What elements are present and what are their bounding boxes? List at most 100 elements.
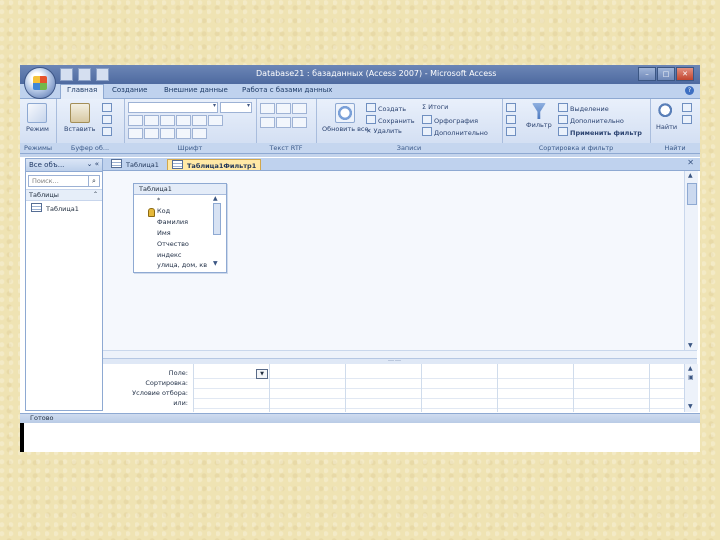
nav-item-table1[interactable]: Таблица1: [31, 203, 79, 213]
scroll-up-icon[interactable]: ▲: [213, 195, 218, 202]
field-ulica[interactable]: улица, дом, кв: [157, 261, 207, 269]
paste-button[interactable]: Вставить: [64, 103, 95, 133]
apply-filter-button[interactable]: Применить фильтр: [558, 127, 642, 137]
grid-column-3[interactable]: [345, 364, 346, 412]
nav-header[interactable]: Все объ... ⌄ «: [26, 159, 102, 172]
sort-asc-button[interactable]: [506, 103, 518, 113]
scroll-down-icon[interactable]: ▼: [688, 403, 693, 410]
totals-button[interactable]: Σ Итоги: [422, 103, 448, 111]
field-imya[interactable]: Имя: [157, 229, 171, 237]
save-icon[interactable]: [60, 68, 73, 81]
numbering-button[interactable]: [260, 117, 275, 128]
selection-button[interactable]: Выделение: [558, 103, 609, 113]
replace-button[interactable]: [682, 103, 694, 113]
new-record-button[interactable]: Создать: [366, 103, 406, 113]
alt-fill-button[interactable]: [176, 128, 191, 139]
cut-button[interactable]: [102, 103, 114, 113]
binoculars-icon: [657, 103, 676, 121]
collapse-pane-icon[interactable]: ⌄ «: [87, 160, 99, 168]
view-button[interactable]: Режим: [26, 103, 49, 133]
underline-button[interactable]: [160, 115, 175, 126]
filter-label: Фильтр: [526, 121, 552, 129]
chevron-up-icon[interactable]: ⌃: [93, 191, 98, 198]
tab-create[interactable]: Создание: [112, 86, 147, 94]
field-otchestvo[interactable]: Отчество: [157, 240, 189, 248]
close-button[interactable]: ✕: [676, 67, 694, 81]
field-list-scrollbar[interactable]: ▲ ▼: [211, 195, 222, 267]
font-name-combo[interactable]: [128, 102, 218, 113]
scroll-down-icon[interactable]: ▼: [688, 342, 693, 349]
ribbon: Режим Режимы Вставить Буфер об... ▾ ▾ Шр…: [20, 99, 700, 154]
indent-decrease-button[interactable]: [276, 103, 291, 114]
nav-group-tables[interactable]: Таблицы ⌃: [26, 189, 102, 201]
delete-record-button[interactable]: ✕ Удалить: [366, 127, 402, 135]
maximize-button[interactable]: □: [657, 67, 675, 81]
grid-vertical-scrollbar[interactable]: ▲ ▣ ▼: [684, 364, 698, 412]
scroll-thumb[interactable]: [687, 183, 697, 205]
paragraph-direction-button[interactable]: [292, 103, 307, 114]
field-familiya[interactable]: Фамилия: [157, 218, 188, 226]
field-kod[interactable]: Код: [157, 207, 170, 215]
scroll-up-icon[interactable]: ▲: [688, 365, 693, 372]
undo-icon[interactable]: [78, 68, 91, 81]
sort-desc-button[interactable]: [506, 115, 518, 125]
advanced-filter-button[interactable]: Дополнительно: [558, 115, 624, 125]
search-icon[interactable]: ⌕: [88, 176, 99, 186]
gridlines-button[interactable]: [160, 128, 175, 139]
upper-vertical-scrollbar[interactable]: ▲ ▼: [684, 171, 698, 350]
goto-button[interactable]: [682, 115, 694, 125]
font-color-button[interactable]: [128, 128, 143, 139]
align-right-button[interactable]: [208, 115, 223, 126]
format-painter-button[interactable]: [102, 127, 114, 137]
group-font: Шрифт: [124, 99, 257, 153]
bold-button[interactable]: [128, 115, 143, 126]
nav-search-input[interactable]: Поиск... ⌕: [28, 175, 100, 187]
field-indeks[interactable]: индекс: [157, 251, 181, 259]
minimize-button[interactable]: –: [638, 67, 656, 81]
spelling-button[interactable]: Орфография: [422, 115, 478, 125]
view-label: Режим: [26, 125, 49, 133]
field-list-thumb[interactable]: [213, 203, 221, 235]
grid-column-7[interactable]: [649, 364, 650, 412]
align-left-button[interactable]: [176, 115, 191, 126]
scroll-up-icon[interactable]: ▲: [688, 172, 693, 179]
grid-column-6[interactable]: [573, 364, 574, 412]
field-dropdown-button[interactable]: ▼: [256, 369, 268, 379]
clear-sort-button[interactable]: [506, 127, 518, 137]
redo-icon[interactable]: [96, 68, 109, 81]
help-icon[interactable]: ?: [685, 86, 694, 95]
design-view-icon: [27, 103, 48, 123]
copy-button[interactable]: [102, 115, 114, 125]
align-center-button[interactable]: [192, 115, 207, 126]
office-button[interactable]: [24, 67, 56, 99]
scroll-thumb-icon[interactable]: ▣: [688, 374, 694, 381]
grid-column-5[interactable]: [497, 364, 498, 412]
fill-color-button[interactable]: [144, 128, 159, 139]
indent-increase-button[interactable]: [260, 103, 275, 114]
find-button[interactable]: Найти: [656, 103, 677, 131]
font-size-combo[interactable]: [220, 102, 252, 113]
highlight-button[interactable]: [292, 117, 307, 128]
field-list-table1[interactable]: Таблица1 * Код Фамилия Имя Отчество инде…: [133, 183, 227, 273]
tab-database-tools[interactable]: Работа с базами данных: [242, 86, 332, 94]
grid-column-2[interactable]: [269, 364, 270, 412]
gridlines-style-button[interactable]: [192, 128, 207, 139]
save-record-button[interactable]: Сохранить: [366, 115, 415, 125]
filter-button[interactable]: Фильтр: [526, 103, 552, 129]
refresh-all-button[interactable]: Обновить все: [322, 103, 369, 133]
scroll-down-icon[interactable]: ▼: [213, 260, 218, 267]
more-records-button[interactable]: Дополнительно: [422, 127, 488, 137]
field-list-caption[interactable]: Таблица1: [134, 184, 226, 195]
bullets-button[interactable]: [276, 117, 291, 128]
group-label-richtext: Текст RTF: [256, 143, 316, 153]
grid-column-4[interactable]: [421, 364, 422, 412]
field-all[interactable]: *: [157, 196, 160, 204]
doc-tab-table1filter1[interactable]: Таблица1Фильтр1: [167, 159, 262, 170]
grid-column-1[interactable]: [193, 364, 194, 412]
close-document-icon[interactable]: ✕: [687, 158, 694, 167]
doc-tab-table1[interactable]: Таблица1: [107, 159, 163, 169]
splitter-grip-icon[interactable]: ……: [388, 356, 402, 363]
italic-button[interactable]: [144, 115, 159, 126]
tab-home[interactable]: Главная: [60, 84, 105, 99]
tab-external-data[interactable]: Внешние данные: [164, 86, 228, 94]
